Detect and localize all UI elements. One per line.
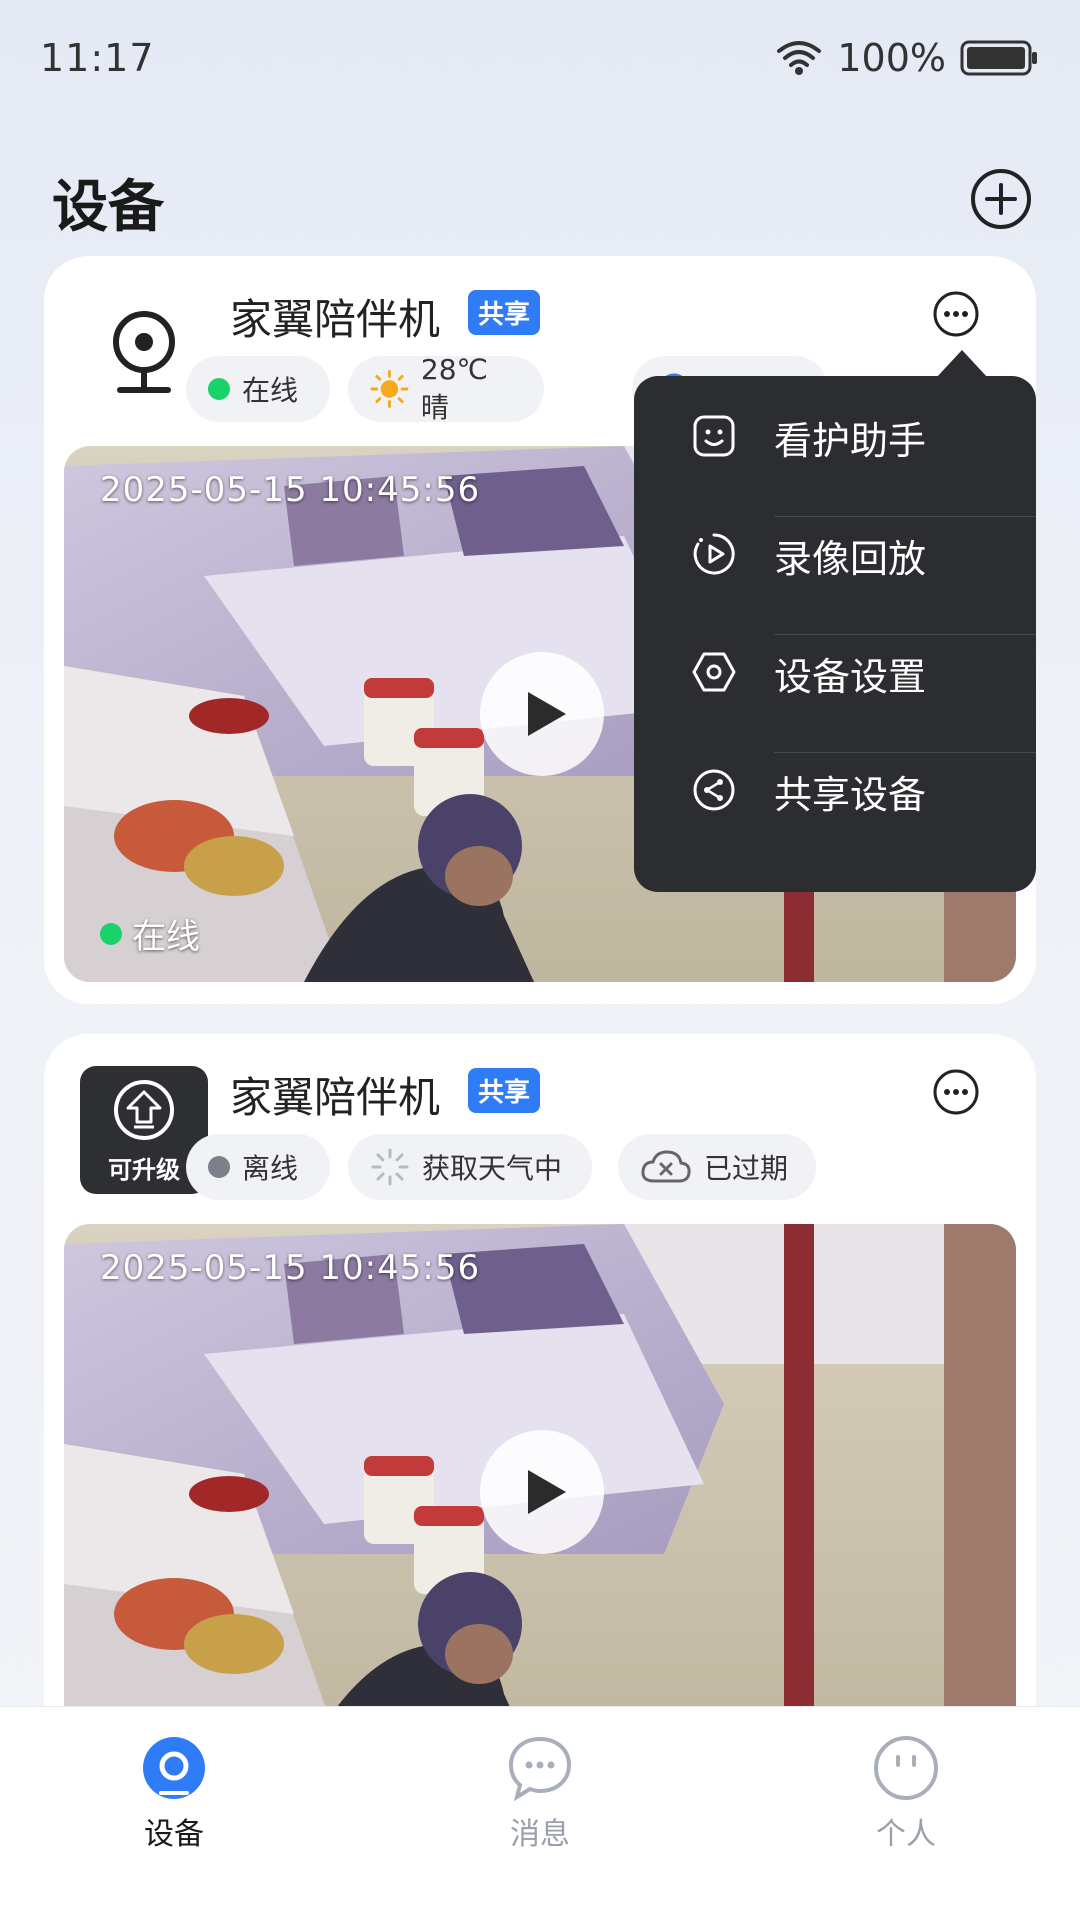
tab-label: 设备 (144, 1817, 204, 1852)
device-name: 家翼陪伴机 (230, 1073, 441, 1122)
status-time: 11:17 (40, 36, 155, 80)
menu-item-care-assistant[interactable]: 看护助手 (634, 376, 1036, 494)
tab-label: 消息 (510, 1817, 570, 1852)
device-card[interactable]: 可升级 家翼陪伴机 共享 离线 获取天气中 已过期 2025-05-15 10:… (44, 1034, 1036, 1794)
tab-profile[interactable]: 个人 (826, 1735, 986, 1853)
online-dot-icon (208, 378, 230, 400)
menu-pointer (936, 350, 988, 378)
cloud-text: 已过期 (704, 1152, 789, 1185)
menu-item-share-device[interactable]: 共享设备 (634, 730, 1036, 848)
online-dot-icon (100, 922, 122, 945)
more-options-button[interactable] (932, 290, 980, 338)
smile-face-icon (693, 415, 735, 457)
person-face-icon (874, 1736, 938, 1800)
offline-dot-icon (208, 1156, 230, 1178)
menu-item-label: 看护助手 (774, 419, 927, 463)
menu-item-playback[interactable]: 录像回放 (634, 494, 1036, 612)
tab-devices[interactable]: 设备 (94, 1735, 254, 1853)
menu-item-label: 录像回放 (774, 537, 927, 581)
video-status: 在线 (100, 909, 200, 958)
battery-percent: 100% (837, 36, 946, 80)
shared-badge: 共享 (468, 1068, 541, 1113)
replay-icon (693, 533, 735, 575)
status-indicators: 100% (775, 36, 1040, 80)
status-bar: 11:17 100% (0, 0, 1080, 120)
device-name: 家翼陪伴机 (230, 295, 441, 344)
weather-text: 获取天气中 (422, 1152, 563, 1185)
upgrade-icon (114, 1080, 174, 1140)
settings-hexagon-icon (692, 652, 736, 692)
chat-bubble-icon (508, 1736, 572, 1801)
play-button[interactable] (480, 1430, 604, 1554)
weather-pill: 28℃ 晴 (348, 353, 544, 424)
video-timestamp: 2025-05-15 10:45:56 (100, 1248, 481, 1288)
video-timestamp: 2025-05-15 10:45:56 (100, 470, 481, 510)
tab-messages[interactable]: 消息 (460, 1735, 620, 1853)
cloud-expired-icon (641, 1150, 691, 1183)
battery-icon (960, 40, 1037, 76)
menu-item-label: 共享设备 (774, 773, 927, 817)
add-device-button[interactable] (970, 168, 1032, 230)
offline-status-pill: 离线 (186, 1134, 330, 1200)
sun-icon (370, 370, 409, 408)
tab-label: 个人 (876, 1817, 936, 1852)
shared-badge: 共享 (468, 290, 541, 335)
menu-item-label: 设备设置 (774, 655, 927, 699)
cloud-status-pill: 已过期 (618, 1134, 816, 1200)
menu-item-device-settings[interactable]: 设备设置 (634, 612, 1036, 730)
device-tab-icon (143, 1737, 205, 1799)
play-button[interactable] (480, 652, 604, 776)
video-status-text: 在线 (132, 917, 200, 957)
more-options-button[interactable] (932, 1068, 980, 1116)
wifi-icon (777, 41, 822, 75)
weather-pill: 获取天气中 (348, 1134, 592, 1200)
share-icon (693, 769, 735, 811)
page-title: 设备 (52, 175, 164, 240)
online-status-pill: 在线 (186, 356, 330, 422)
bottom-tab-bar: 设备 消息 个人 (0, 1706, 1080, 1921)
weather-text: 28℃ 晴 (420, 352, 488, 424)
device-options-menu: 看护助手 录像回放 设备设置 共享设备 (634, 376, 1036, 892)
status-text: 在线 (242, 374, 299, 407)
status-text: 离线 (242, 1152, 299, 1185)
loading-spinner-icon (371, 1148, 409, 1186)
